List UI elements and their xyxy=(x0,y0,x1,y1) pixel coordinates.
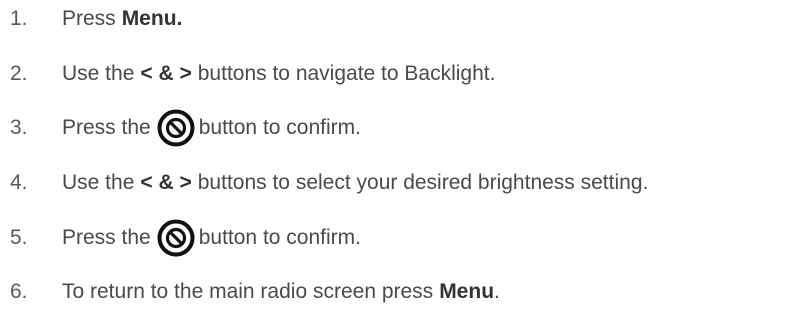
step-number: 5. xyxy=(10,226,28,249)
step-4: 4. Use the < & > buttons to select your … xyxy=(10,164,648,202)
step-number: 1. xyxy=(10,7,28,30)
instruction-list: 1. Press Menu. 2. Use the < & > buttons … xyxy=(0,0,788,329)
step-2: 2. Use the < & > buttons to navigate to … xyxy=(10,55,495,93)
step-text-end: buttons to navigate to Backlight. xyxy=(197,62,496,85)
step-text-end: button to confirm. xyxy=(198,116,361,139)
step-number: 3. xyxy=(10,116,28,139)
step-6: 6. To return to the main radio screen pr… xyxy=(10,273,500,311)
step-number: 4. xyxy=(10,171,28,194)
step-3: 3. Press the button to confirm. xyxy=(10,109,361,147)
step-number: 2. xyxy=(10,62,28,85)
step-text: To return to the main radio screen press xyxy=(62,280,434,303)
step-text: Press the xyxy=(62,226,151,249)
menu-button-label: Menu xyxy=(439,280,495,303)
arrow-buttons-label: < & > xyxy=(140,171,192,194)
confirm-button-icon xyxy=(157,219,195,257)
step-text: Press the xyxy=(62,116,151,139)
confirm-button-icon xyxy=(157,109,195,147)
menu-button-label: Menu. xyxy=(121,7,183,30)
step-text: Use the xyxy=(62,171,135,194)
step-1: 1. Press Menu. xyxy=(10,0,182,38)
step-text-end: buttons to select your desired brightnes… xyxy=(197,171,649,194)
step-text-end: button to confirm. xyxy=(198,226,361,249)
step-number: 6. xyxy=(10,280,28,303)
step-text: Use the xyxy=(62,62,135,85)
step-text: Press xyxy=(62,7,116,30)
step-text-end: . xyxy=(494,280,500,303)
arrow-buttons-label: < & > xyxy=(140,62,192,85)
step-5: 5. Press the button to confirm. xyxy=(10,219,361,257)
